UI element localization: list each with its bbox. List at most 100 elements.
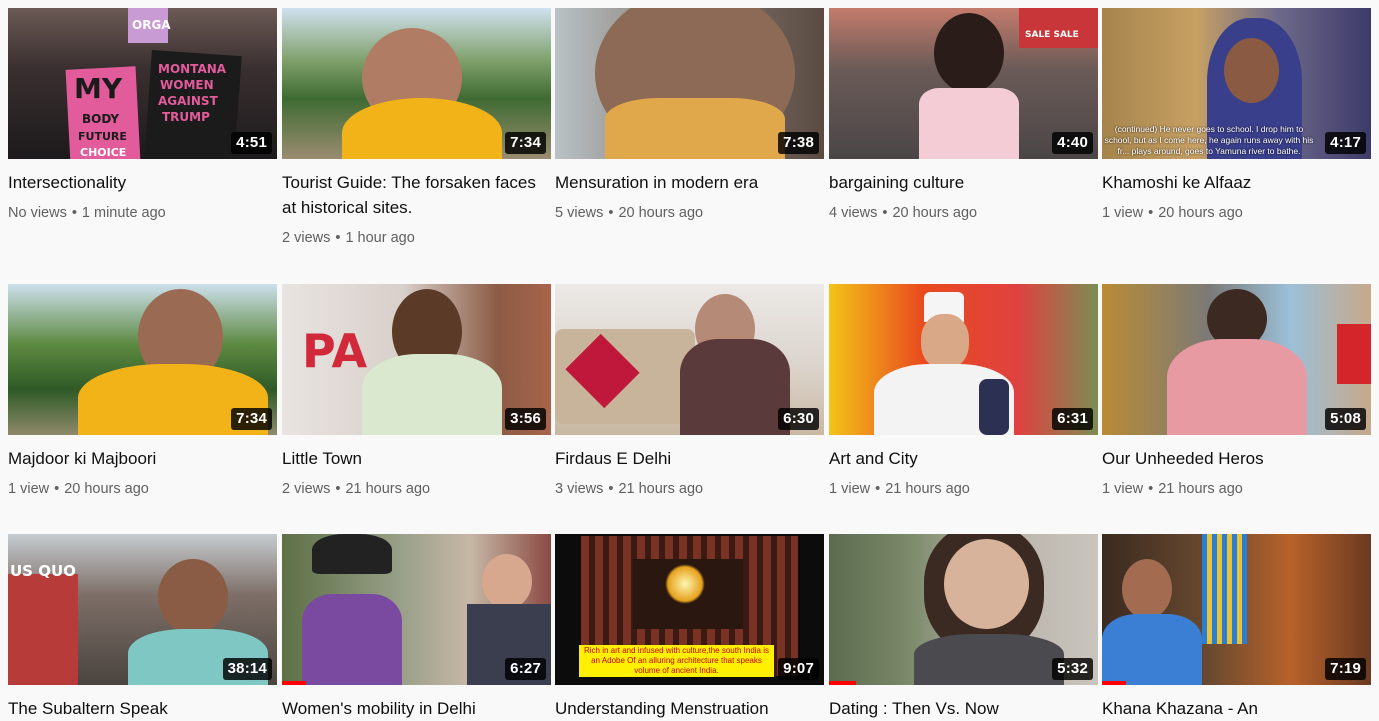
subtitle-caption: (continued) He never goes to school. I d…	[1104, 124, 1314, 156]
video-card[interactable]: (continued) He never goes to school. I d…	[1102, 8, 1371, 222]
video-meta: 1 view • 21 hours ago	[829, 480, 1098, 498]
video-duration: 7:19	[1325, 658, 1366, 680]
video-title[interactable]: Khana Khazana - An	[1102, 696, 1371, 721]
view-count: 2 views	[282, 481, 331, 497]
video-title[interactable]: Intersectionality	[8, 170, 277, 195]
meta-separator: •	[875, 481, 881, 497]
video-thumbnail[interactable]: 7:19	[1102, 534, 1371, 685]
meta-separator: •	[335, 481, 341, 497]
view-count: 1 view	[1102, 205, 1144, 221]
video-meta: 4 views • 20 hours ago	[829, 204, 1098, 222]
sign-text: FUTURE	[78, 130, 127, 143]
video-meta: 3 views • 21 hours ago	[555, 480, 824, 498]
meta-separator: •	[54, 481, 60, 497]
video-title[interactable]: Khamoshi ke Alfaaz	[1102, 170, 1371, 195]
view-count: 2 views	[282, 230, 331, 246]
view-count: 1 view	[829, 481, 871, 497]
video-title[interactable]: Women's mobility in Delhi	[282, 696, 551, 721]
upload-age: 21 hours ago	[618, 481, 704, 497]
video-title[interactable]: Majdoor ki Majboori	[8, 446, 277, 471]
meta-separator: •	[1148, 205, 1154, 221]
video-title[interactable]: Little Town	[282, 446, 551, 471]
video-card[interactable]: 5:08 Our Unheeded Heros 1 view • 21 hours …	[1102, 284, 1371, 498]
video-card[interactable]: PA 3:56 Little Town 2 views • 21 hours ago	[282, 284, 551, 498]
video-meta: 1 view • 21 hours ago	[1102, 480, 1371, 498]
video-duration: 4:40	[1052, 132, 1093, 154]
view-count: 5 views	[555, 205, 604, 221]
sign-text: SALE SALE	[1025, 30, 1079, 40]
video-thumbnail[interactable]: US QUO 38:14	[8, 534, 277, 685]
video-title[interactable]: Art and City	[829, 446, 1098, 471]
meta-separator: •	[1148, 481, 1154, 497]
video-title[interactable]: Understanding Menstruation	[555, 696, 824, 721]
video-duration: 5:08	[1325, 408, 1366, 430]
meta-separator: •	[335, 230, 341, 246]
video-title[interactable]: Firdaus E Delhi	[555, 446, 824, 471]
upload-age: 20 hours ago	[1158, 205, 1243, 221]
video-thumbnail[interactable]: 7:38	[555, 8, 824, 159]
sign-text: MY	[74, 72, 123, 105]
video-duration: 5:32	[1052, 658, 1093, 680]
video-duration: 38:14	[222, 658, 272, 680]
meta-separator: •	[608, 205, 614, 221]
watch-progress	[829, 681, 856, 685]
video-duration: 4:51	[231, 132, 272, 154]
upload-age: 21 hours ago	[345, 481, 431, 497]
sign-text: TRUMP	[162, 110, 210, 124]
sign-text: BODY	[82, 112, 120, 126]
video-thumbnail[interactable]: 7:34	[8, 284, 277, 435]
video-thumbnail[interactable]: 6:30	[555, 284, 824, 435]
video-thumbnail[interactable]: 6:31	[829, 284, 1098, 435]
video-thumbnail[interactable]: 7:34	[282, 8, 551, 159]
upload-age: 20 hours ago	[64, 481, 149, 497]
meta-separator: •	[71, 205, 77, 221]
view-count: 1 view	[1102, 481, 1144, 497]
video-card[interactable]: 7:38 Mensuration in modern era 5 views • 2…	[555, 8, 824, 222]
video-title[interactable]: Mensuration in modern era	[555, 170, 824, 195]
video-card[interactable]: 6:30 Firdaus E Delhi 3 views • 21 hours ag…	[555, 284, 824, 498]
sign-text: AGAINST	[158, 94, 218, 108]
video-duration: 7:38	[778, 132, 819, 154]
watch-progress	[282, 681, 307, 685]
view-count: No views	[8, 205, 67, 221]
video-thumbnail[interactable]: MY BODY FUTURE CHOICE MONTANA WOMEN AGAI…	[8, 8, 277, 159]
video-card[interactable]: 5:32 Dating : Then Vs. Now	[829, 534, 1098, 721]
video-thumbnail[interactable]: 5:32	[829, 534, 1098, 685]
video-card[interactable]: 7:34 Tourist Guide: The forsaken faces a…	[282, 8, 551, 247]
video-card[interactable]: 6:27 Women's mobility in Delhi	[282, 534, 551, 721]
upload-age: 20 hours ago	[892, 205, 978, 221]
video-thumbnail[interactable]: SALE SALE 4:40	[829, 8, 1098, 159]
video-card[interactable]: Rich in art and infused with culture,the…	[555, 534, 824, 721]
sign-text: US QUO	[10, 562, 76, 580]
meta-separator: •	[608, 481, 614, 497]
upload-age: 1 hour ago	[345, 230, 415, 246]
video-title[interactable]: Tourist Guide: The forsaken faces at his…	[282, 170, 551, 220]
video-title[interactable]: The Subaltern Speak	[8, 696, 277, 721]
upload-age: 21 hours ago	[885, 481, 970, 497]
video-card[interactable]: SALE SALE 4:40 bargaining culture 4 view…	[829, 8, 1098, 222]
video-duration: 9:07	[778, 658, 819, 680]
upload-age: 1 minute ago	[81, 205, 166, 221]
video-title[interactable]: Dating : Then Vs. Now	[829, 696, 1098, 721]
view-count: 4 views	[829, 205, 878, 221]
video-thumbnail[interactable]: 6:27	[282, 534, 551, 685]
video-duration: 4:17	[1325, 132, 1366, 154]
video-card[interactable]: 7:19 Khana Khazana - An	[1102, 534, 1371, 721]
video-meta: 5 views • 20 hours ago	[555, 204, 824, 222]
video-meta: No views • 1 minute ago	[8, 204, 277, 222]
video-card[interactable]: MY BODY FUTURE CHOICE MONTANA WOMEN AGAI…	[8, 8, 277, 222]
view-count: 3 views	[555, 481, 604, 497]
video-title[interactable]: bargaining culture	[829, 170, 1098, 195]
video-card[interactable]: 7:34 Majdoor ki Majboori 1 view • 20 hours…	[8, 284, 277, 498]
video-meta: 1 view • 20 hours ago	[1102, 204, 1371, 222]
sign-text: WOMEN	[160, 78, 214, 92]
video-thumbnail[interactable]: (continued) He never goes to school. I d…	[1102, 8, 1371, 159]
video-meta: 2 views • 21 hours ago	[282, 480, 551, 498]
video-thumbnail[interactable]: Rich in art and infused with culture,the…	[555, 534, 824, 685]
video-title[interactable]: Our Unheeded Heros	[1102, 446, 1371, 471]
video-card[interactable]: 6:31 Art and City 1 view • 21 hours ago	[829, 284, 1098, 498]
sign-text: MONTANA	[158, 62, 227, 76]
video-card[interactable]: US QUO 38:14 The Subaltern Speak	[8, 534, 277, 721]
video-thumbnail[interactable]: 5:08	[1102, 284, 1371, 435]
video-thumbnail[interactable]: PA 3:56	[282, 284, 551, 435]
